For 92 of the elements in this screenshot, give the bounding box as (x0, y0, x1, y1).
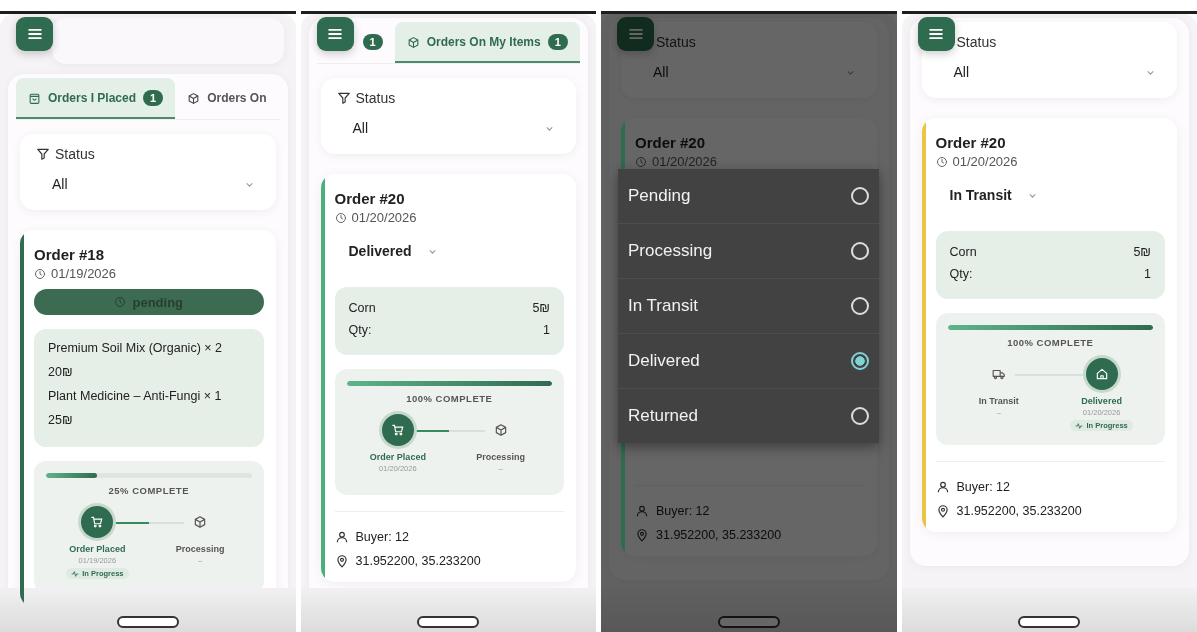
menu-button[interactable] (917, 17, 955, 51)
order-title: Order #18 (34, 246, 106, 263)
cart-icon (90, 515, 105, 529)
filter-label: Status (956, 34, 997, 50)
item-value: 1 (1144, 267, 1151, 281)
step-label: Delivered (1081, 396, 1122, 406)
clock-icon (114, 296, 127, 308)
progress-label: 100% COMPLETE (1006, 337, 1095, 348)
user-icon (334, 530, 349, 544)
filter-label: Status (355, 90, 396, 106)
bag-icon (28, 91, 41, 105)
item-label: Qty: (949, 267, 973, 281)
location-pin-icon (334, 554, 349, 568)
progress-label: 25% COMPLETE (107, 485, 190, 496)
coordinates-text: 31.952200, 35.233200 (656, 528, 782, 542)
house-icon (1094, 367, 1109, 381)
step-label: In Transit (978, 396, 1019, 406)
status-option[interactable]: Pending (618, 169, 879, 224)
filter-label: Status (656, 34, 696, 50)
item-label: Corn (348, 301, 376, 315)
item-name: Plant Medicine – Anti-Fungi × 1 (48, 389, 223, 403)
step-label: Order Placed (369, 452, 426, 462)
menu-button[interactable] (316, 17, 354, 51)
box-icon (406, 35, 420, 49)
truck-icon (991, 367, 1006, 381)
item-name: Premium Soil Mix (Organic) × 2 (48, 341, 223, 355)
item-value: 5₪ (532, 301, 550, 315)
clock-icon (34, 267, 46, 280)
clock-icon (935, 155, 948, 168)
order-title: Order #20 (635, 134, 707, 151)
order-date: 01/19/2026 (51, 266, 117, 281)
item-label: Qty: (348, 323, 372, 337)
buyer-text: Buyer: 12 (956, 480, 1010, 494)
radio-button[interactable] (850, 187, 869, 205)
order-date: 01/20/2026 (652, 154, 718, 169)
status-option[interactable]: Delivered (618, 334, 879, 389)
home-indicator[interactable] (116, 616, 179, 628)
menu-button[interactable] (16, 17, 53, 51)
status-option[interactable]: In Transit (618, 279, 879, 334)
tab[interactable]: Orders I Placed 1 (16, 78, 176, 119)
step-label: Processing (476, 452, 525, 462)
coordinates-text: 31.952200, 35.233200 (355, 554, 481, 568)
filter-label: Status (55, 146, 95, 162)
tab[interactable]: 1 (316, 22, 395, 63)
item-price: 20₪ (48, 365, 74, 379)
coordinates-text: 31.952200, 35.233200 (956, 504, 1082, 518)
radio-button[interactable] (850, 242, 869, 260)
status-option[interactable]: Returned (618, 389, 879, 443)
item-label: Corn (949, 245, 977, 259)
item-value: 1 (543, 323, 550, 337)
clock-icon (334, 211, 347, 224)
home-indicator[interactable] (417, 616, 480, 628)
order-date: 01/20/2026 (952, 154, 1018, 169)
count-badge: 1 (547, 34, 568, 50)
tab[interactable]: Orders On My Items 1 (394, 22, 580, 63)
radio-button[interactable] (850, 352, 869, 370)
order-title: Order #20 (935, 134, 1007, 151)
user-icon (635, 504, 649, 518)
filter-icon (336, 91, 351, 105)
home-indicator[interactable] (1018, 616, 1081, 628)
order-title: Order #20 (334, 190, 406, 207)
status-select[interactable]: In Transit (949, 187, 1039, 203)
tab[interactable]: Orders On (175, 78, 279, 119)
progress-label: 100% COMPLETE (405, 393, 494, 404)
status-option[interactable]: Processing (618, 224, 879, 279)
menu-button[interactable] (617, 17, 654, 51)
location-pin-icon (635, 528, 649, 542)
item-price: 25₪ (48, 413, 74, 427)
step-label: Processing (175, 544, 225, 554)
status-dropdown[interactable]: All (36, 162, 260, 196)
status-dropdown[interactable]: All (336, 106, 560, 140)
count-badge: 1 (362, 34, 383, 50)
box-icon (187, 91, 201, 105)
box-icon (193, 515, 208, 529)
step-label: Order Placed (69, 544, 126, 554)
item-value: 5₪ (1133, 245, 1151, 259)
filter-icon (36, 147, 50, 161)
pulse-icon (71, 569, 80, 578)
user-icon (935, 480, 950, 494)
radio-button[interactable] (850, 297, 869, 315)
box-icon (493, 423, 508, 437)
buyer-text: Buyer: 12 (355, 530, 409, 544)
pulse-icon (1075, 421, 1084, 430)
order-date: 01/20/2026 (351, 210, 417, 225)
clock-icon (635, 155, 647, 168)
buyer-text: Buyer: 12 (656, 504, 710, 518)
location-pin-icon (935, 504, 950, 518)
count-badge: 1 (143, 90, 164, 106)
status-select[interactable]: Delivered (348, 243, 439, 259)
radio-button[interactable] (850, 407, 869, 425)
status-dropdown[interactable]: All (937, 50, 1161, 84)
cart-icon (390, 423, 405, 437)
